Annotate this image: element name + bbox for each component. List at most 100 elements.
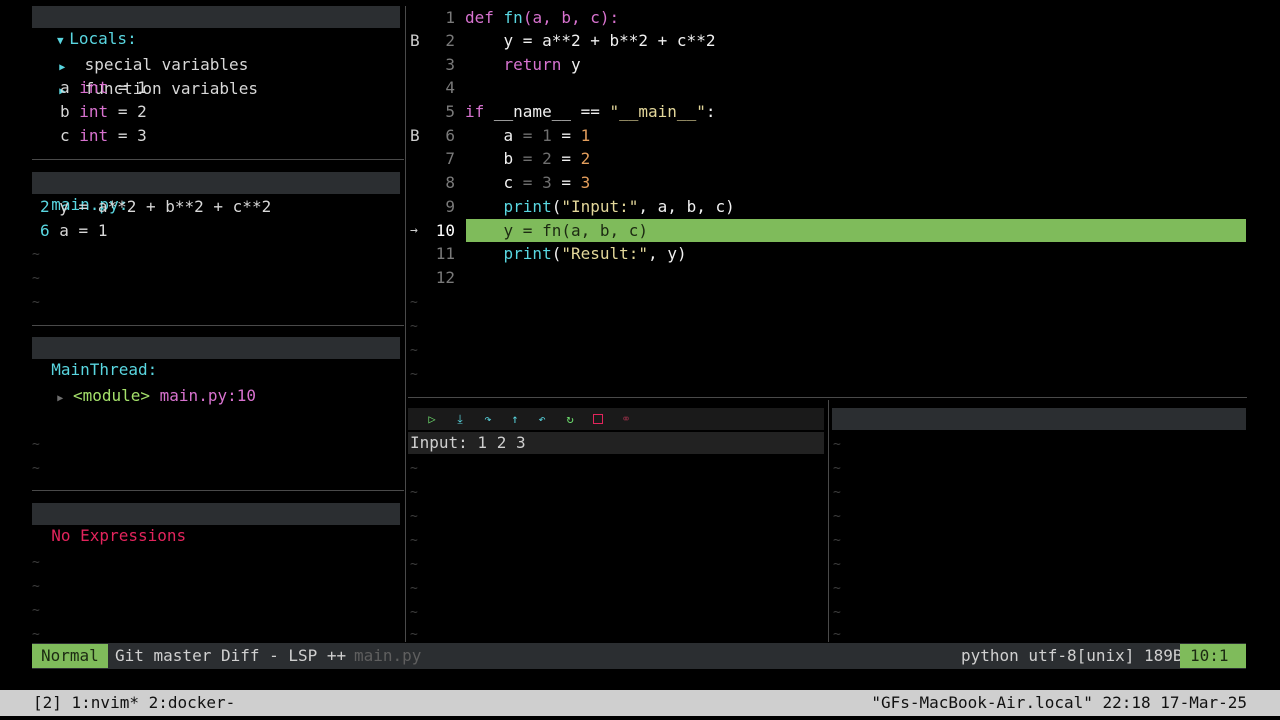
line-number: 11: [435, 244, 455, 263]
disconnect-icon[interactable]: ⚭: [618, 411, 634, 427]
empty-line-marker: ~: [410, 509, 418, 524]
pane-divider: [32, 490, 404, 491]
current-line-arrow-icon: →: [410, 223, 418, 238]
breakpoints-header: main.py:: [32, 172, 400, 214]
breakpoint-sign[interactable]: B: [410, 124, 420, 148]
breakpoint-item[interactable]: 6 a = 1: [40, 219, 107, 243]
empty-line-marker: ~: [32, 555, 40, 570]
code-line-1[interactable]: def fn(a, b, c):: [465, 6, 619, 30]
code-line-2[interactable]: y = a**2 + b**2 + c**2: [465, 29, 716, 53]
pane-divider: [32, 159, 404, 160]
code-line-6[interactable]: a = 1 = 1: [465, 124, 591, 148]
var-type: int: [79, 126, 109, 145]
frame-name: <module>: [72, 386, 151, 405]
code-text: =: [551, 173, 581, 192]
empty-line-marker: ~: [32, 437, 40, 452]
stack-frame[interactable]: ▶ <module> main.py:10: [32, 360, 256, 405]
step-out-icon[interactable]: ↑: [507, 411, 523, 427]
line-number: 7: [445, 149, 455, 168]
code-text: a: [503, 126, 514, 145]
empty-line-marker: ~: [833, 557, 841, 572]
code-text: =: [551, 149, 581, 168]
virtual-text: = 2: [513, 149, 552, 168]
empty-line-marker: ~: [833, 485, 841, 500]
tmux-windows[interactable]: [2] 1:nvim* 2:docker-: [33, 691, 235, 715]
empty-line-marker: ~: [32, 579, 40, 594]
line-number: 8: [445, 173, 455, 192]
dap-controls-bar: [408, 408, 824, 430]
breakpoint-item[interactable]: 2 y = a**2 + b**2 + c**2: [40, 195, 271, 219]
var-value: = 1: [117, 78, 147, 97]
tmux-host-clock: "GFs-MacBook-Air.local" 22:18 17-Mar-25: [871, 693, 1247, 712]
empty-line-marker: ~: [410, 533, 418, 548]
keyword: return: [503, 55, 562, 74]
code-text: :: [705, 102, 716, 121]
watches-header: No Expressions: [32, 503, 400, 545]
line-number: 9: [445, 197, 455, 216]
empty-line-marker: ~: [410, 367, 418, 382]
var-type: int: [79, 102, 109, 121]
string: "__main__": [609, 102, 706, 121]
play-icon[interactable]: ▷: [424, 411, 440, 427]
virtual-text: = 1: [513, 126, 552, 145]
scope-var-c[interactable]: c int = 3: [60, 124, 147, 148]
mode-indicator: Normal: [32, 644, 108, 668]
empty-line-marker: ~: [410, 319, 418, 334]
function-name: print: [503, 197, 552, 216]
step-into-icon[interactable]: ⤓: [452, 411, 468, 427]
code-line-5[interactable]: if __name__ == "__main__":: [465, 100, 715, 124]
var-value: = 2: [117, 102, 147, 121]
breakpoint-sign[interactable]: B: [410, 29, 420, 53]
scope-var-a[interactable]: a int = 1: [60, 76, 147, 100]
scope-item-function-variables[interactable]: ▶ function variables: [40, 53, 258, 98]
empty-line-marker: ~: [410, 485, 418, 500]
scopes-header: ▼ Locals:: [32, 6, 400, 48]
empty-line-marker: ~: [410, 295, 418, 310]
cursor-position: 10:1: [1180, 644, 1246, 668]
line-number: 1: [445, 8, 455, 27]
var-name: a: [60, 78, 70, 97]
stop-icon[interactable]: [590, 411, 606, 427]
file-info: python utf-8[unix] 189B: [961, 646, 1183, 665]
keyword: if: [465, 102, 485, 121]
empty-line-marker: ~: [833, 627, 841, 642]
frame-location: main.py:10: [159, 386, 256, 405]
code-line-9[interactable]: print("Input:", a, b, c): [465, 195, 735, 219]
code-text: __name__ ==: [484, 102, 610, 121]
empty-line-marker: ~: [833, 437, 841, 452]
code-line-10-current[interactable]: y = fn(a, b, c): [465, 219, 649, 243]
code-line-3[interactable]: return y: [465, 53, 581, 77]
code-line-11[interactable]: print("Result:", y): [465, 242, 687, 266]
scope-item-special-variables[interactable]: ▶ special variables: [40, 29, 248, 74]
code-text: , y): [648, 244, 687, 263]
empty-line-marker: ~: [833, 509, 841, 524]
virtual-text: = 3: [513, 173, 552, 192]
code-text: y: [561, 55, 581, 74]
window-separator[interactable]: [405, 6, 406, 642]
repl-output: Input: 1 2 3: [410, 433, 526, 452]
step-back-icon[interactable]: ↶: [534, 411, 550, 427]
empty-line-marker: ~: [410, 461, 418, 476]
window-separator[interactable]: [828, 400, 829, 642]
step-over-icon[interactable]: ↷: [480, 411, 496, 427]
number: 1: [580, 126, 591, 145]
scope-var-b[interactable]: b int = 2: [60, 100, 147, 124]
pane-divider: [32, 325, 404, 326]
number: 2: [580, 149, 591, 168]
empty-line-marker: ~: [32, 627, 40, 642]
restart-icon[interactable]: ↻: [562, 411, 578, 427]
empty-line-marker: ~: [410, 557, 418, 572]
breakpoint-text: a = 1: [59, 221, 108, 240]
empty-line-marker: ~: [833, 461, 841, 476]
code-text: (: [551, 197, 562, 216]
var-value: = 3: [117, 126, 147, 145]
window-separator[interactable]: [408, 397, 1247, 398]
keyword: def: [465, 8, 494, 27]
console-header: [832, 408, 1246, 430]
breakpoint-line: 6: [40, 221, 50, 240]
var-name: c: [60, 126, 70, 145]
empty-line-marker: ~: [410, 605, 418, 620]
code-line-8[interactable]: c = 3 = 3: [465, 171, 591, 195]
code-line-7[interactable]: b = 2 = 2: [465, 147, 591, 171]
inactive-file-name: main.py: [354, 646, 422, 665]
